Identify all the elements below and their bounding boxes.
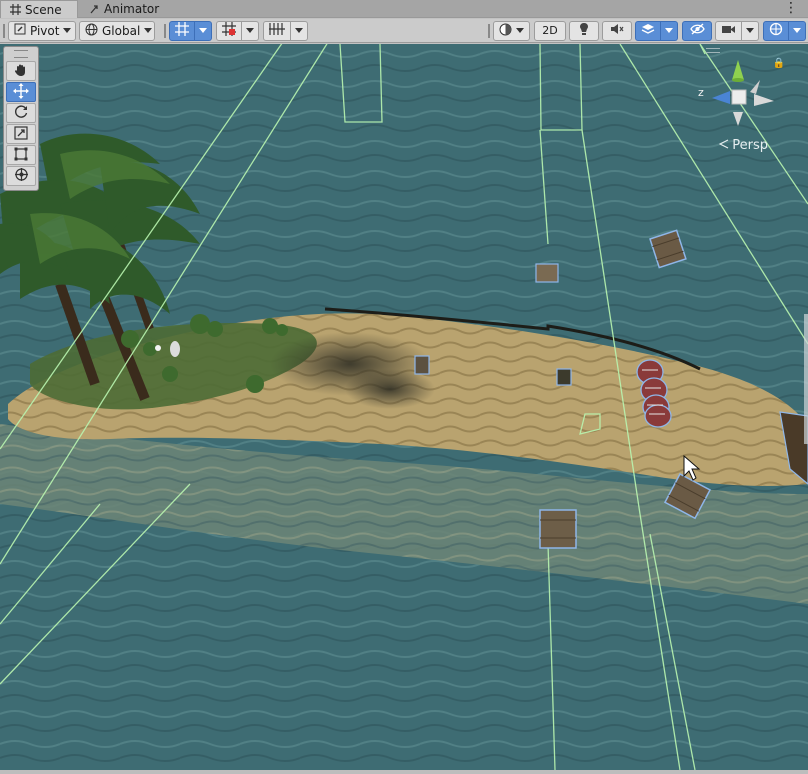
grid-icon (9, 4, 21, 16)
shaded-sphere-icon (499, 23, 512, 39)
move-tool[interactable] (6, 82, 36, 102)
audio-toggle[interactable] (602, 20, 632, 41)
scale-icon (14, 125, 28, 143)
camera-icon (721, 24, 736, 38)
mode-2d-label: 2D (542, 24, 558, 37)
ruler-grid-icon (269, 23, 285, 38)
eye-slash-icon (689, 23, 705, 38)
scene-toolbar: Pivot Global 2D (0, 19, 808, 43)
chevron-down-icon (144, 28, 153, 33)
grid-snapping-group (169, 20, 212, 41)
transform-icon (14, 167, 29, 185)
increment-snap-group (216, 20, 259, 41)
chevron-down-icon (793, 28, 801, 33)
global-label: Global (102, 23, 141, 38)
chevron-down-icon (246, 28, 254, 33)
tab-scene-label: Scene (25, 2, 62, 17)
more-options-icon[interactable]: ⋮ (784, 1, 798, 15)
effects-dropdown[interactable] (661, 20, 678, 41)
pivot-label: Pivot (30, 23, 60, 38)
muted-speaker-icon (610, 23, 624, 38)
hand-icon (14, 63, 28, 80)
grid-visibility-group (263, 20, 308, 41)
toolbar-grip (488, 23, 490, 38)
rotate-tool[interactable] (6, 103, 36, 123)
effects-toggle[interactable] (635, 20, 661, 41)
draw-mode-group (493, 20, 530, 41)
z-axis-label: z (698, 86, 704, 99)
gizmos-dropdown[interactable] (789, 20, 806, 41)
increment-snap-dropdown[interactable] (242, 20, 259, 41)
pivot-icon (14, 23, 26, 38)
chevron-down-icon (295, 28, 303, 33)
chevron-down-icon (665, 28, 673, 33)
perspective-toggle[interactable]: Persp (718, 138, 768, 153)
lighting-toggle[interactable] (569, 20, 599, 41)
rect-transform-icon (14, 147, 28, 164)
chevron-down-icon (199, 28, 207, 33)
chevron-down-icon (746, 28, 754, 33)
toolbar-grip (3, 23, 5, 38)
grid-snap-icon (175, 22, 189, 39)
draw-mode-button[interactable] (493, 20, 530, 41)
tab-animator-label: Animator (104, 2, 160, 16)
rock (170, 341, 180, 357)
globe-icon (85, 23, 98, 39)
tab-animator[interactable]: Animator (80, 0, 167, 18)
grid-visibility-button[interactable] (263, 20, 291, 41)
chevron-down-icon (63, 28, 72, 33)
camera-group (715, 20, 759, 41)
viewport-edge-handle[interactable] (804, 314, 808, 444)
tools-palette (3, 46, 39, 191)
palette-grip[interactable] (14, 50, 28, 58)
scene-render[interactable] (0, 44, 808, 770)
layers-icon (641, 23, 655, 38)
move-arrows-icon (13, 82, 29, 102)
perspective-label: Persp (732, 138, 768, 153)
scene-camera-dropdown[interactable] (742, 20, 759, 41)
gizmos-group (763, 20, 806, 41)
chevron-down-icon (516, 28, 524, 33)
animator-icon (88, 3, 100, 15)
z-axis-cone (712, 91, 730, 104)
mode-2d-button[interactable]: 2D (534, 20, 566, 41)
scene-camera-button[interactable] (715, 20, 742, 41)
hidden-objects-toggle[interactable] (682, 20, 712, 41)
hand-tool[interactable] (6, 61, 36, 81)
rotate-icon (14, 104, 29, 122)
window-tab-bar: Scene Animator ⋮ (0, 0, 808, 18)
perspective-icon (718, 138, 729, 153)
lightbulb-icon (578, 22, 590, 39)
window-bottom-border (0, 770, 808, 774)
gizmo-globe-icon (769, 22, 783, 39)
gizmo-grip[interactable] (706, 48, 720, 53)
grid-visibility-dropdown[interactable] (291, 20, 308, 41)
magnet-grid-icon (222, 22, 236, 39)
rect-tool[interactable] (6, 145, 36, 165)
transform-tool[interactable] (6, 166, 36, 186)
scale-tool[interactable] (6, 124, 36, 144)
y-axis-cone (732, 60, 744, 80)
scene-viewport[interactable]: 🔒 z Persp (0, 44, 808, 770)
pivot-dropdown[interactable]: Pivot (8, 20, 76, 41)
grid-snapping-button[interactable] (169, 20, 195, 41)
global-dropdown[interactable]: Global (79, 20, 155, 41)
grid-snapping-dropdown[interactable] (195, 20, 212, 41)
toolbar-grip (164, 23, 166, 38)
gizmos-toggle[interactable] (763, 20, 789, 41)
effects-group (635, 20, 678, 41)
increment-snap-button[interactable] (216, 20, 242, 41)
tab-scene[interactable]: Scene (0, 0, 78, 18)
